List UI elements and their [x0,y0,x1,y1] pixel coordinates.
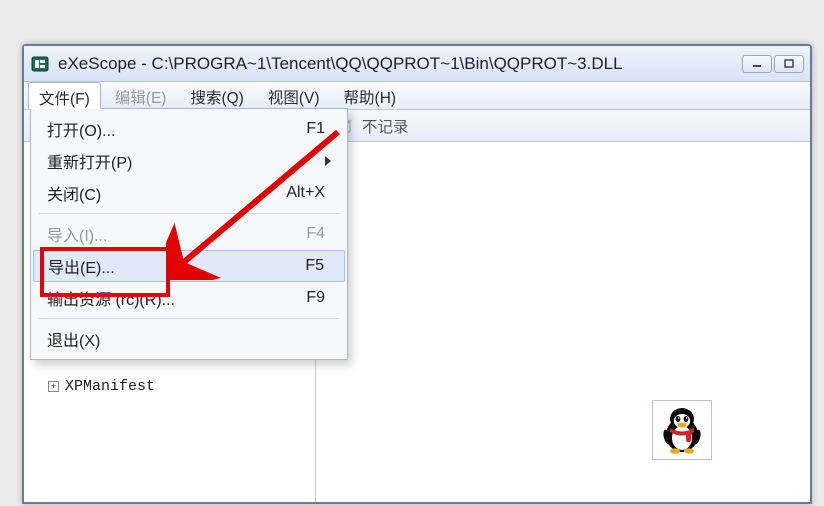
tree-node-label: XPManifest [65,378,155,395]
resource-icon-preview[interactable] [652,400,712,460]
menu-open[interactable]: 打开(O)... F1 [33,113,345,145]
file-menu-dropdown: 打开(O)... F1 重新打开(P) 关闭(C) Alt+X 导入(I)...… [30,108,348,360]
submenu-arrow-icon [325,156,331,166]
no-log-label[interactable]: 不记录 [362,115,409,137]
menu-search[interactable]: 搜索(Q) [180,82,253,109]
titlebar: eXeScope - C:\PROGRA~1\Tencent\QQ\QQPROT… [24,46,810,82]
menu-exit[interactable]: 退出(X) [33,323,345,355]
menu-view[interactable]: 视图(V) [258,82,330,109]
menu-import: 导入(I)... F4 [33,218,345,250]
expand-icon[interactable]: + [48,381,59,392]
minimize-button[interactable] [742,55,772,73]
tree-node-xpmanifest[interactable]: + XPManifest [30,374,309,398]
menu-separator [39,318,339,319]
maximize-button[interactable] [774,55,804,73]
menu-edit[interactable]: 编辑(E) [105,82,177,109]
menu-reopen[interactable]: 重新打开(P) [33,145,345,177]
preview-pane [316,142,810,502]
app-icon [30,54,50,74]
window-controls [742,55,804,73]
menu-output-resource[interactable]: 输出资源 (rc)(R)... F9 [33,282,345,314]
menu-separator [39,213,339,214]
window-title: eXeScope - C:\PROGRA~1\Tencent\QQ\QQPROT… [58,54,742,74]
menu-export[interactable]: 导出(E)... F5 [33,250,345,282]
menu-file[interactable]: 文件(F) [28,82,101,109]
menubar: 文件(F) 编辑(E) 搜索(Q) 视图(V) 帮助(H) [24,82,810,110]
menu-close[interactable]: 关闭(C) Alt+X [33,177,345,209]
menu-help[interactable]: 帮助(H) [334,82,407,109]
